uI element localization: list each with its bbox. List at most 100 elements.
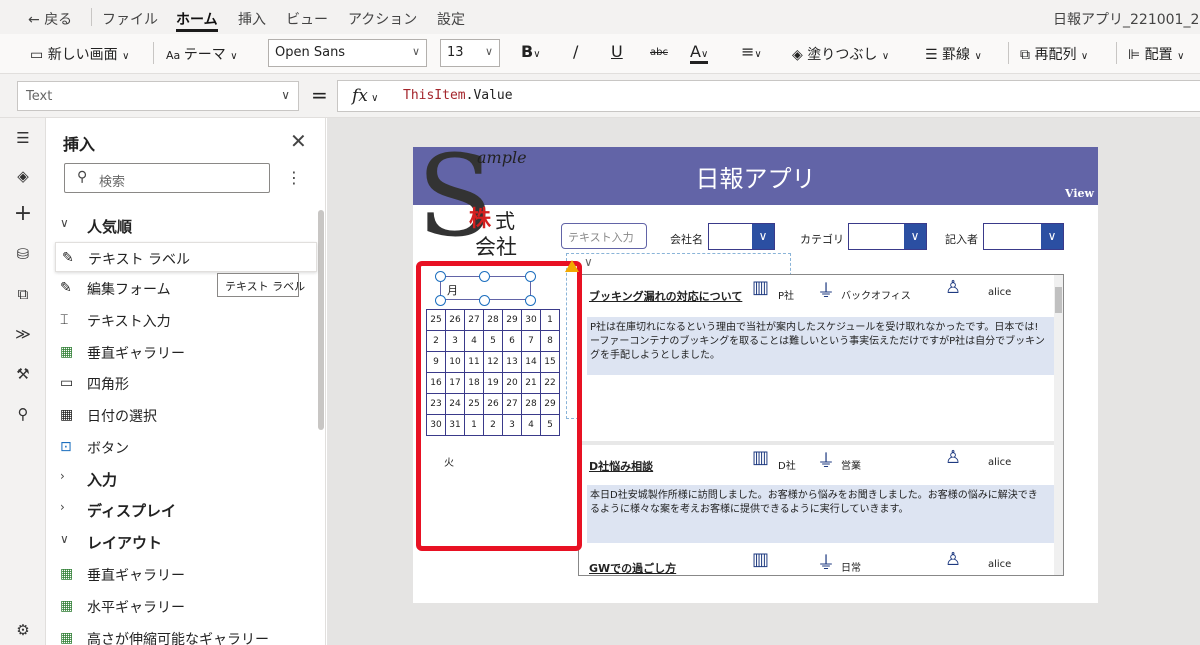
underline-button[interactable]: U: [611, 42, 623, 61]
calendar-day[interactable]: 17: [445, 372, 465, 394]
report-title[interactable]: D社悩み相談: [589, 458, 653, 474]
insert-panel-scrollbar[interactable]: [318, 210, 324, 430]
calendar-day[interactable]: 8: [540, 330, 560, 352]
calendar-day[interactable]: 3: [445, 330, 465, 352]
calendar-day[interactable]: 21: [521, 372, 541, 394]
formula-input[interactable]: ThisItem.Value: [396, 80, 1200, 112]
calendar-day[interactable]: 31: [445, 414, 465, 436]
calendar-day[interactable]: 9: [426, 351, 446, 373]
calendar-day[interactable]: 27: [502, 393, 522, 415]
section-layout[interactable]: ∨ レイアウト: [46, 526, 316, 556]
resize-handle[interactable]: [479, 295, 490, 306]
insert-item-flexible-gallery[interactable]: ▦ 高さが伸縮可能なギャラリー: [46, 623, 316, 645]
category-filter-dropdown[interactable]: ∨: [848, 223, 927, 250]
layers-icon[interactable]: ◈: [13, 166, 33, 186]
calendar-day[interactable]: 18: [464, 372, 484, 394]
strikethrough-button[interactable]: abc: [650, 47, 668, 58]
calendar-day[interactable]: 11: [464, 351, 484, 373]
database-icon[interactable]: ⛁: [13, 244, 33, 264]
resize-handle[interactable]: [435, 271, 446, 282]
calendar-day[interactable]: 14: [521, 351, 541, 373]
menu-action[interactable]: アクション: [348, 9, 417, 29]
resize-handle[interactable]: [479, 271, 490, 282]
menu-insert[interactable]: 挿入: [238, 9, 266, 29]
calendar-day[interactable]: 19: [483, 372, 503, 394]
calendar-day[interactable]: 16: [426, 372, 446, 394]
border-button[interactable]: ☰ 罫線 ∨: [925, 44, 982, 64]
search-text-input[interactable]: テキスト入力: [561, 223, 647, 249]
section-display[interactable]: › ディスプレイ: [46, 494, 316, 524]
calendar-day[interactable]: 22: [540, 372, 560, 394]
calendar-day[interactable]: 23: [426, 393, 446, 415]
gallery-scrollbar[interactable]: [1054, 275, 1063, 575]
author-filter-dropdown[interactable]: ∨: [983, 223, 1064, 250]
calendar-day[interactable]: 15: [540, 351, 560, 373]
font-size-select[interactable]: 13 ∨: [440, 39, 500, 67]
new-screen-button[interactable]: ▭ 新しい画面 ∨: [30, 44, 129, 64]
calendar-day[interactable]: 26: [483, 393, 503, 415]
calendar-day[interactable]: 30: [521, 309, 541, 331]
calendar-day[interactable]: 4: [521, 414, 541, 436]
calendar-day[interactable]: 3: [502, 414, 522, 436]
resize-handle[interactable]: [525, 271, 536, 282]
font-color-button[interactable]: A∨: [690, 42, 709, 64]
align-button[interactable]: ⊫ 配置 ∨: [1128, 44, 1184, 64]
menu-icon[interactable]: ☰: [13, 128, 33, 148]
calendar-day[interactable]: 26: [445, 309, 465, 331]
bold-button[interactable]: B∨: [521, 42, 541, 61]
report-title[interactable]: GWでの過ごし方: [589, 560, 676, 575]
warning-icon[interactable]: [565, 260, 579, 272]
calendar-day[interactable]: 5: [540, 414, 560, 436]
calendar-day[interactable]: 5: [483, 330, 503, 352]
calendar-day[interactable]: 29: [502, 309, 522, 331]
resize-handle[interactable]: [435, 295, 446, 306]
calendar-day[interactable]: 6: [502, 330, 522, 352]
tools-icon[interactable]: ⚒: [13, 364, 33, 384]
calendar-day[interactable]: 24: [445, 393, 465, 415]
calendar-day[interactable]: 2: [426, 330, 446, 352]
calendar-day[interactable]: 2: [483, 414, 503, 436]
theme-button[interactable]: Aa テーマ ∨: [166, 44, 238, 64]
calendar-day[interactable]: 7: [521, 330, 541, 352]
resize-handle[interactable]: [525, 295, 536, 306]
insert-item-vertical-gallery-2[interactable]: ▦ 垂直ギャラリー: [46, 559, 316, 589]
menu-settings[interactable]: 設定: [437, 9, 465, 29]
more-options-icon[interactable]: ⋮: [286, 168, 302, 187]
reorder-button[interactable]: ⧉ 再配列 ∨: [1020, 44, 1088, 64]
calendar-day[interactable]: 10: [445, 351, 465, 373]
calendar-day[interactable]: 1: [464, 414, 484, 436]
insert-item-date-picker[interactable]: ▦ 日付の選択: [46, 400, 316, 430]
power-automate-icon[interactable]: ≫: [13, 324, 33, 344]
calendar-day[interactable]: 25: [426, 309, 446, 331]
fx-button[interactable]: fx ∨: [337, 80, 397, 112]
calendar-day[interactable]: 28: [521, 393, 541, 415]
menu-view[interactable]: ビュー: [286, 9, 328, 29]
insert-item-horizontal-gallery[interactable]: ▦ 水平ギャラリー: [46, 591, 316, 621]
calendar-day[interactable]: 12: [483, 351, 503, 373]
report-title[interactable]: ブッキング漏れの対応について: [589, 288, 742, 304]
section-input[interactable]: › 入力: [46, 463, 316, 493]
close-icon[interactable]: ✕: [290, 129, 307, 153]
calendar-day[interactable]: 1: [540, 309, 560, 331]
calendar-day[interactable]: 4: [464, 330, 484, 352]
align-text-button[interactable]: ≡∨: [741, 42, 762, 61]
insert-item-text-input[interactable]: ⌶ テキスト入力: [46, 305, 316, 335]
font-family-select[interactable]: Open Sans ∨: [268, 39, 427, 67]
italic-button[interactable]: /: [573, 42, 578, 61]
settings-icon[interactable]: ⚙: [13, 620, 33, 640]
section-popular[interactable]: ∨ 人気順: [46, 210, 316, 240]
search-icon[interactable]: ⚲: [13, 404, 33, 424]
insert-item-button[interactable]: ⊡ ボタン: [46, 432, 316, 462]
calendar-day[interactable]: 27: [464, 309, 484, 331]
chevron-down-icon[interactable]: ∨: [584, 255, 593, 269]
insert-item-text-label[interactable]: ✎ テキスト ラベル: [55, 242, 317, 272]
calendar-day[interactable]: 30: [426, 414, 446, 436]
company-filter-dropdown[interactable]: ∨: [708, 223, 775, 250]
insert-item-vertical-gallery[interactable]: ▦ 垂直ギャラリー: [46, 337, 316, 367]
media-icon[interactable]: ⧉: [13, 284, 33, 304]
app-screen[interactable]: 日報アプリ View S ample 株 式 会社 テキスト入力 会社名 ∨ カ…: [413, 147, 1098, 603]
insert-item-rectangle[interactable]: ▭ 四角形: [46, 368, 316, 398]
report-gallery[interactable]: ブッキング漏れの対応について ▥ P社 ⏚ バックオフィス ♙ alice P社…: [578, 274, 1064, 576]
calendar-day[interactable]: 25: [464, 393, 484, 415]
back-button[interactable]: ← 戻る: [28, 9, 72, 29]
